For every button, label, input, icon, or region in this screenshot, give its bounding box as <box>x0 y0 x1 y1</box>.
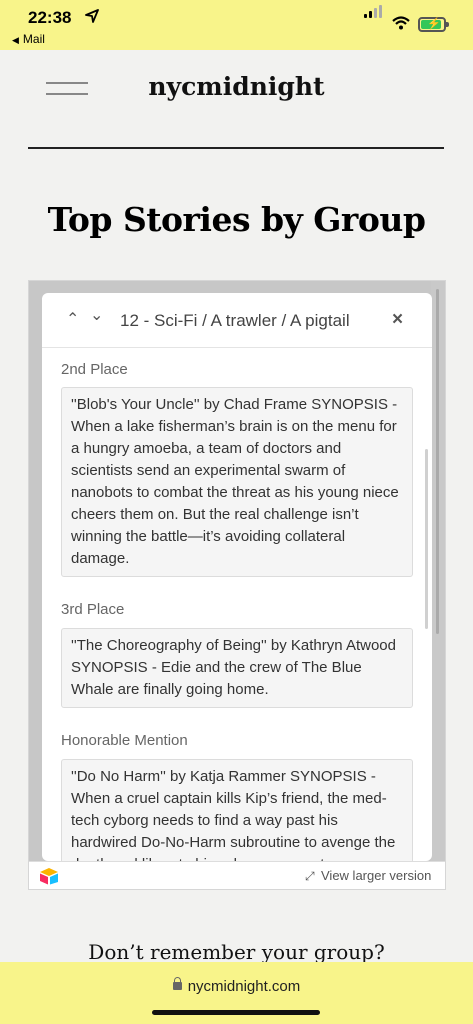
entry-text: ''Blob's Your Uncle'' by Chad Frame SYNO… <box>61 387 413 577</box>
embedded-view: ⌃ ⌄ 12 - Sci-Fi / A trawler / A pigtail … <box>28 280 446 890</box>
airtable-logo-icon[interactable] <box>39 867 59 885</box>
header-divider <box>28 147 444 149</box>
site-brand[interactable]: nycmidnight <box>0 72 473 101</box>
panel-scrollbar[interactable] <box>425 449 428 629</box>
browser-url-bar[interactable]: nycmidnight.com <box>0 962 473 1024</box>
battery-icon: ⚡ <box>418 17 449 32</box>
home-indicator[interactable] <box>152 1010 320 1015</box>
page-title: Top Stories by Group <box>47 200 426 239</box>
chevron-up-icon[interactable]: ⌃ <box>66 309 79 329</box>
url-display[interactable]: nycmidnight.com <box>0 977 473 995</box>
record-panel: ⌃ ⌄ 12 - Sci-Fi / A trawler / A pigtail … <box>42 293 432 861</box>
entry-label: 3rd Place <box>61 601 125 618</box>
view-larger-link[interactable]: View larger version <box>321 868 431 883</box>
entry-label: 2nd Place <box>61 361 128 378</box>
panel-body[interactable]: 2nd Place ''Blob's Your Uncle'' by Chad … <box>42 349 432 861</box>
status-time: 22:38 <box>28 8 72 27</box>
entry-label: Honorable Mention <box>61 732 188 749</box>
location-arrow-icon <box>85 9 99 23</box>
embed-footer: ⤢ View larger version <box>29 861 445 889</box>
back-to-app-link[interactable]: ◀ Mail <box>12 32 45 46</box>
wifi-icon <box>392 16 410 30</box>
entry-text: ''Do No Harm'' by Katja Rammer SYNOPSIS … <box>61 759 413 861</box>
status-bar: 22:38 ◀ Mail ⚡ <box>0 0 473 50</box>
panel-header: ⌃ ⌄ 12 - Sci-Fi / A trawler / A pigtail … <box>42 293 432 348</box>
embed-scrollbar[interactable] <box>431 281 445 861</box>
lock-icon <box>172 977 182 990</box>
close-icon[interactable]: × <box>392 309 403 331</box>
chevron-down-icon[interactable]: ⌄ <box>90 305 103 325</box>
entry-text: ''The Choreography of Being'' by Kathryn… <box>61 628 413 708</box>
panel-title: 12 - Sci-Fi / A trawler / A pigtail <box>120 311 350 330</box>
url-text: nycmidnight.com <box>187 978 301 995</box>
expand-icon[interactable]: ⤢ <box>305 869 315 884</box>
back-app-label: Mail <box>22 32 45 46</box>
remember-group-heading: Don’t remember your group? <box>88 940 385 964</box>
